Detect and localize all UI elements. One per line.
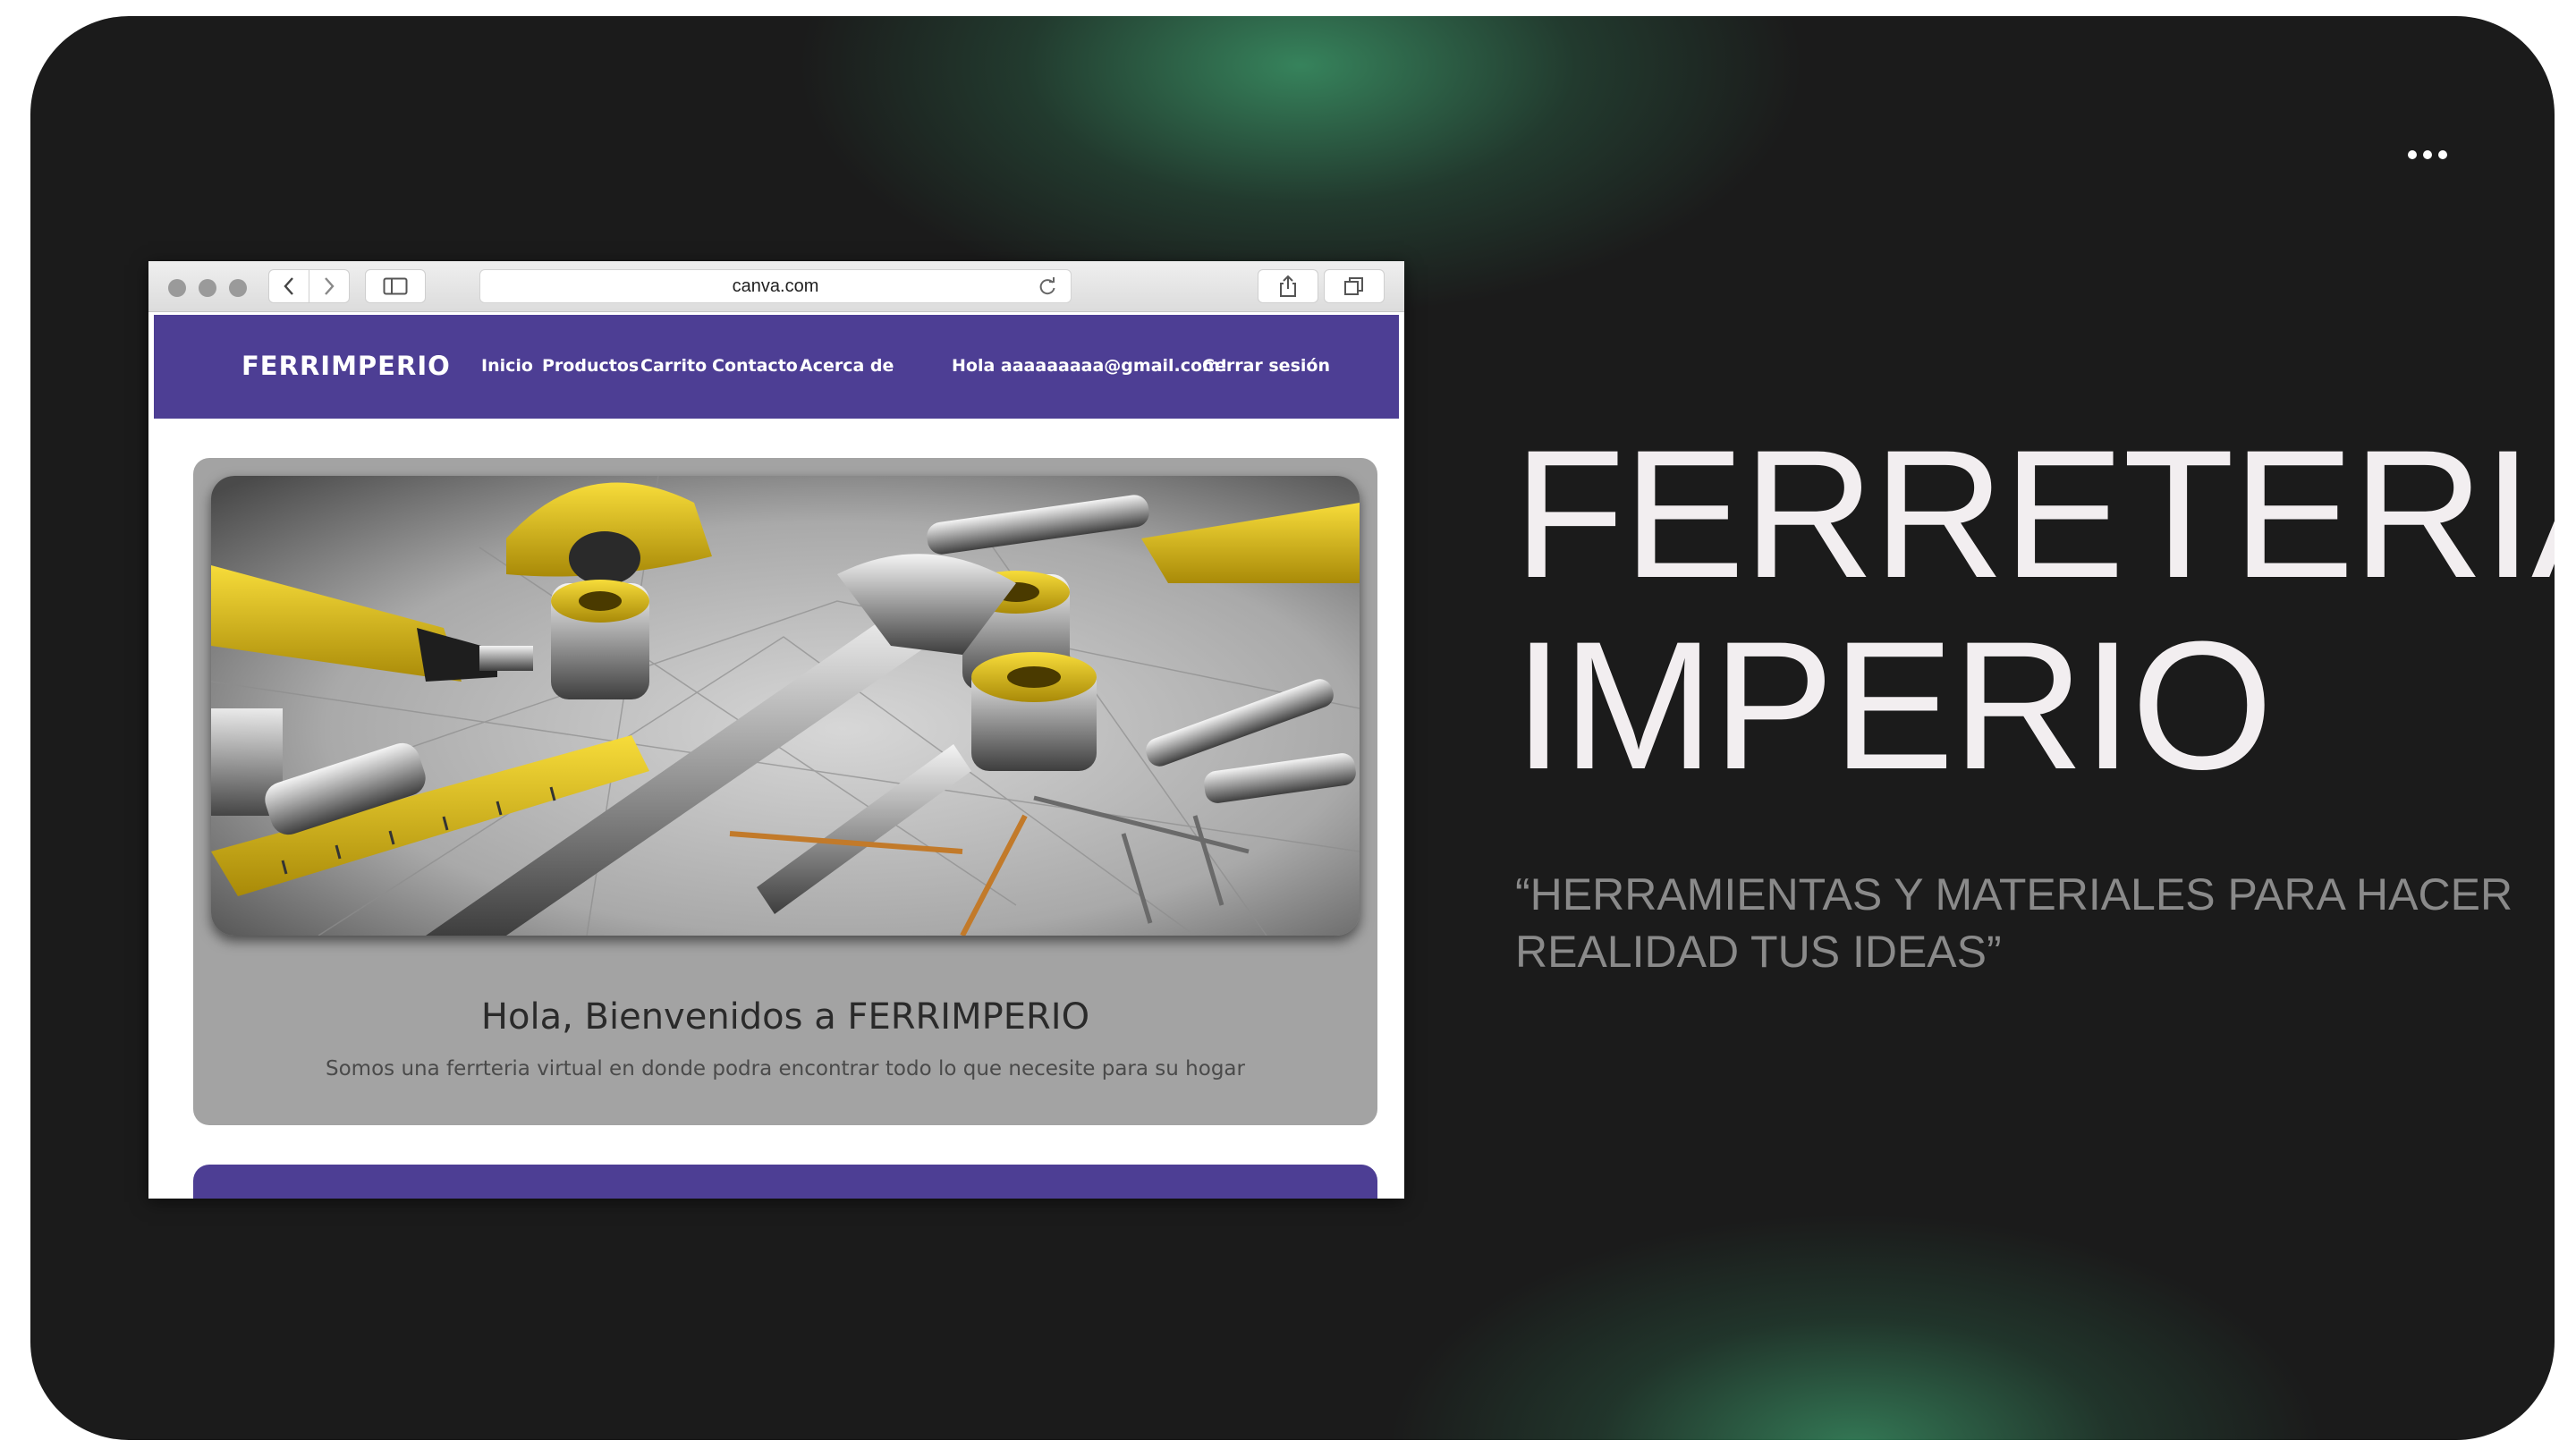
hardware-tools-image (211, 476, 1360, 936)
presentation-slide: canva.com FERRIMPERIO Inicio Productos C… (30, 16, 2555, 1440)
reload-icon (1039, 277, 1055, 295)
browser-window: canva.com FERRIMPERIO Inicio Productos C… (148, 261, 1404, 1199)
share-icon (1280, 275, 1296, 297)
chevron-left-icon (284, 277, 293, 295)
slide-title-line2: IMPERIO (1513, 604, 2273, 808)
address-bar[interactable]: canva.com (479, 269, 1072, 303)
share-button[interactable] (1258, 269, 1318, 303)
logout-link[interactable]: Cerrar sesión (1202, 356, 1330, 376)
url-text: canva.com (732, 275, 819, 296)
back-button[interactable] (268, 269, 309, 303)
next-section-strip (193, 1165, 1377, 1199)
reload-button[interactable] (1035, 274, 1060, 299)
slide-tagline: “HERRAMIENTAS Y MATERIALES PARA HACER RE… (1515, 869, 2513, 977)
welcome-heading: Hola, Bienvenidos a FERRIMPERIO (480, 996, 1090, 1038)
user-greeting: Hola aaaaaaaaa@gmail.com! (952, 356, 1228, 376)
sidebar-toggle-button[interactable] (365, 269, 426, 303)
hero-card: Hola, Bienvenidos a FERRIMPERIO Somos un… (193, 458, 1377, 1125)
nav-carrito[interactable]: Carrito (640, 356, 707, 376)
tabs-button[interactable] (1324, 269, 1385, 303)
slide-title: FERRETERIA IMPERIO (1513, 419, 2555, 801)
site-brand[interactable]: FERRIMPERIO (242, 351, 451, 381)
nav-contacto[interactable]: Contacto (712, 356, 798, 376)
window-close-button[interactable] (168, 279, 186, 297)
forward-button[interactable] (309, 269, 350, 303)
nav-productos[interactable]: Productos (542, 356, 639, 376)
nav-acerca-de[interactable]: Acerca de (800, 356, 894, 376)
browser-toolbar: canva.com (148, 261, 1404, 312)
more-options-icon[interactable] (2401, 141, 2454, 168)
sidebar-icon (383, 277, 408, 295)
slide-title-line1: FERRETERIA (1513, 412, 2555, 616)
nav-inicio[interactable]: Inicio (481, 356, 533, 376)
chevron-right-icon (325, 277, 335, 295)
window-zoom-button[interactable] (229, 279, 247, 297)
window-minimize-button[interactable] (199, 279, 216, 297)
welcome-subtext: Somos una ferrteria virtual en donde pod… (326, 1057, 1245, 1080)
site-navbar: FERRIMPERIO Inicio Productos Carrito Con… (154, 315, 1399, 419)
tabs-icon (1344, 277, 1363, 295)
